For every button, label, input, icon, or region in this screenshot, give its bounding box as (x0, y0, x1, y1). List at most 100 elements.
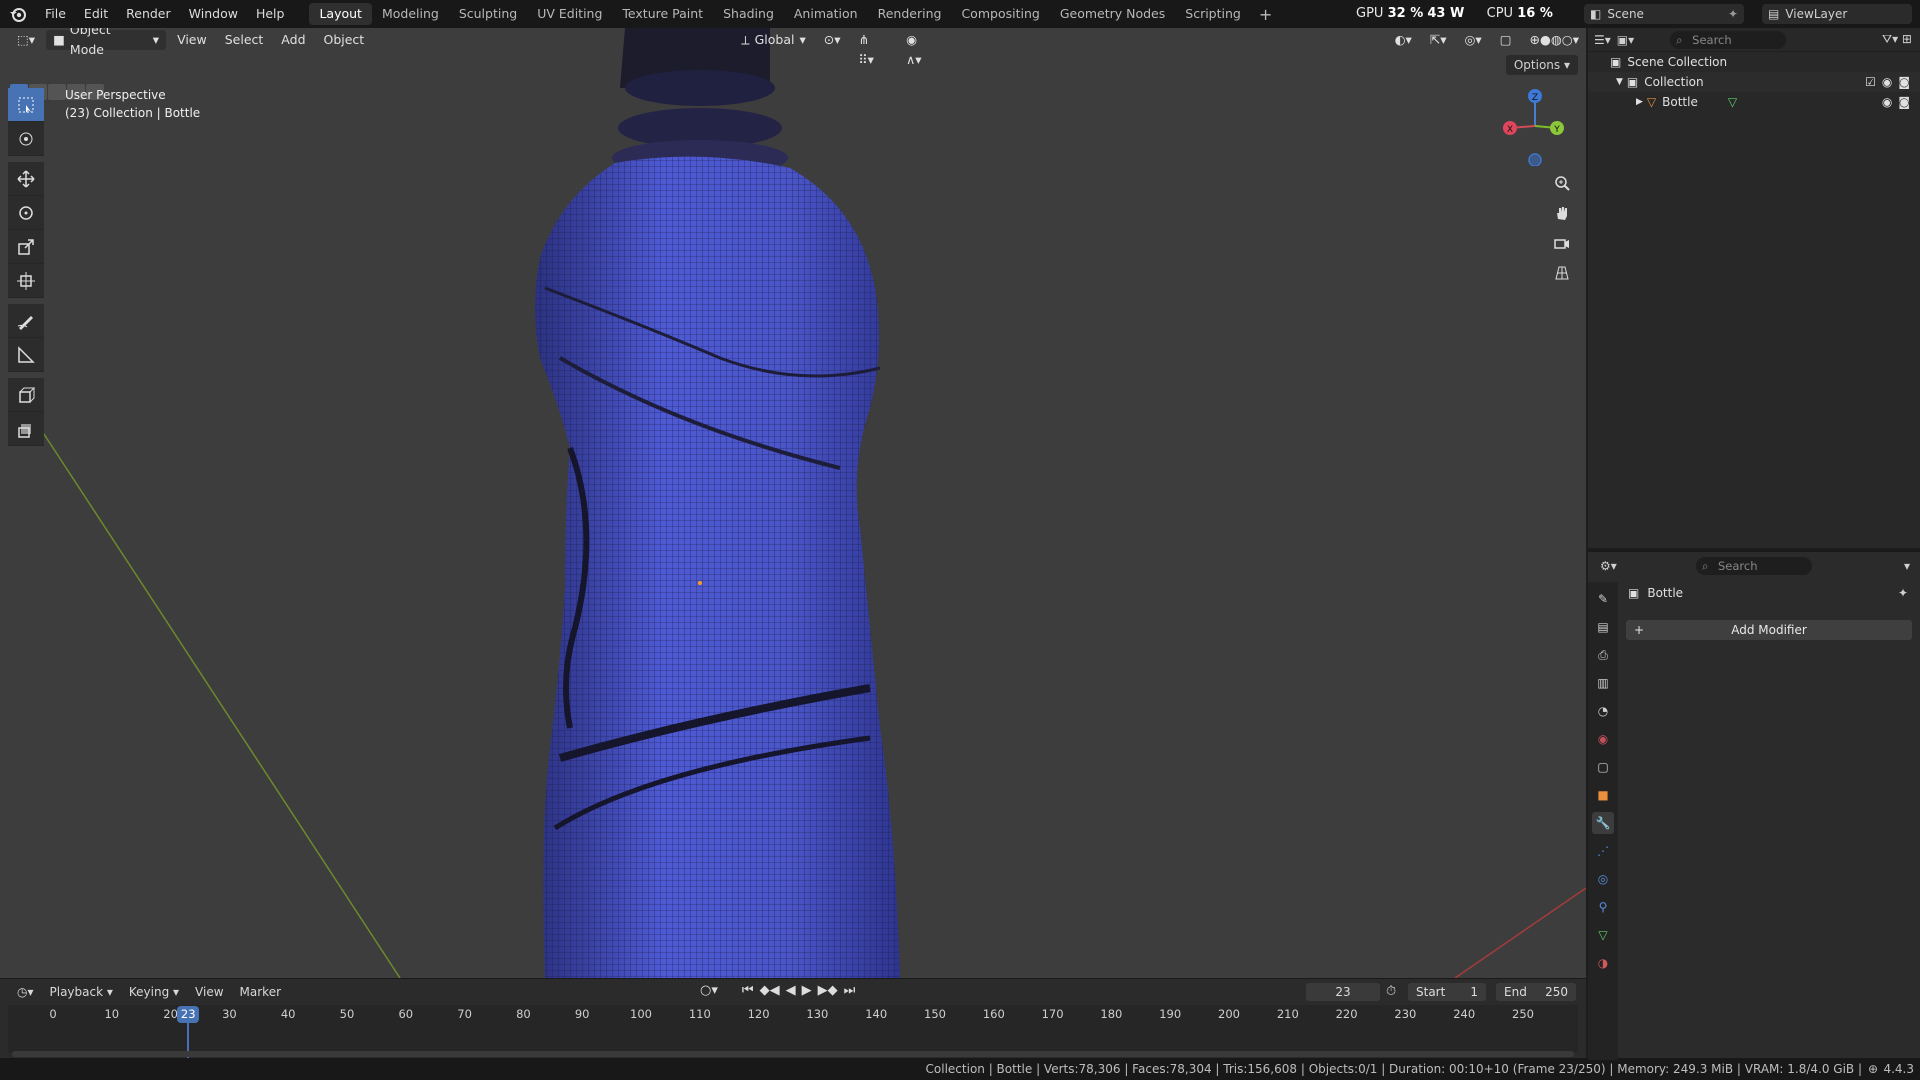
material-tab-icon[interactable]: ◑ (1592, 952, 1614, 974)
play-icon[interactable]: ▶ (802, 983, 812, 998)
outliner-row-bottle[interactable]: ▶ ▽ Bottle ▽ ◉ ◙ (1588, 92, 1920, 112)
expand-chevron-right-icon[interactable]: ▶ (1636, 97, 1643, 107)
eye-icon[interactable]: ◉ (1882, 95, 1892, 109)
object-tab-icon[interactable]: ■ (1592, 784, 1614, 806)
blender-logo-icon[interactable] (0, 0, 36, 28)
end-frame-field[interactable]: End 250 (1496, 983, 1576, 1001)
camera-icon[interactable] (1549, 230, 1575, 256)
menu-help[interactable]: Help (247, 0, 294, 28)
menu-marker[interactable]: Marker (233, 982, 288, 1002)
tab-scripting[interactable]: Scripting (1175, 3, 1251, 25)
view-layer-tab-icon[interactable]: ▥ (1592, 672, 1614, 694)
render-tab-icon[interactable]: ▤ (1592, 616, 1614, 638)
select-subtract-icon[interactable] (48, 84, 66, 100)
cursor-tool-icon[interactable] (8, 122, 44, 156)
select-box-tool-icon[interactable] (8, 88, 44, 122)
world-tab-icon[interactable]: ◉ (1592, 728, 1614, 750)
output-tab-icon[interactable]: ⎙ (1592, 644, 1614, 666)
xray-icon[interactable]: ▢ (1493, 30, 1519, 50)
eye-icon[interactable]: ◉ (1882, 75, 1892, 89)
constraints-tab-icon[interactable]: ⚲ (1592, 896, 1614, 918)
measure-tool-icon[interactable] (8, 338, 44, 372)
move-tool-icon[interactable] (8, 162, 44, 196)
data-tab-icon[interactable]: ▽ (1592, 924, 1614, 946)
collection-tab-icon[interactable]: ▢ (1592, 756, 1614, 778)
menu-window[interactable]: Window (180, 0, 247, 28)
tab-animation[interactable]: Animation (784, 3, 868, 25)
proportional-edit-icon[interactable]: ◉ ∧▾ (899, 30, 943, 67)
3d-viewport[interactable]: ⬚▾ ■ Object Mode ▾ View Select Add Objec… (0, 28, 1586, 978)
menu-edit[interactable]: Edit (75, 0, 117, 28)
next-keyframe-icon[interactable]: ▶◆ (818, 983, 838, 998)
filter-icon[interactable]: ⛛▾ ⊞ (1882, 32, 1920, 47)
visibility-icon[interactable]: ◐▾ (1388, 30, 1419, 50)
start-frame-field[interactable]: Start 1 (1408, 983, 1486, 1001)
jump-end-icon[interactable]: ⏭ (844, 983, 856, 998)
mesh-data-icon[interactable]: ▽ (1728, 95, 1737, 109)
outliner-editor-type-icon[interactable]: ☰▾ (1594, 33, 1611, 47)
annotate-tool-icon[interactable] (8, 304, 44, 338)
mode-dropdown[interactable]: ■ Object Mode ▾ (46, 28, 167, 57)
scene-selector[interactable]: ◧ Scene ✦ (1584, 4, 1744, 24)
menu-keying[interactable]: Keying ▾ (122, 982, 186, 1002)
scene-tab-icon[interactable]: ◔ (1592, 700, 1614, 722)
tab-modeling[interactable]: Modeling (372, 3, 449, 25)
menu-render[interactable]: Render (117, 0, 180, 28)
overlay-icon[interactable]: ◎▾ (1458, 30, 1489, 50)
timeline-scrollbar[interactable] (12, 1051, 1574, 1057)
view-layer-selector[interactable]: ▤ ViewLayer (1762, 4, 1912, 24)
camera-render-icon[interactable]: ◙ (1898, 95, 1910, 109)
auto-key-icon[interactable]: ○▾ (700, 983, 718, 998)
stopwatch-icon[interactable]: ⏱ (1386, 984, 1396, 999)
rotate-tool-icon[interactable] (8, 196, 44, 230)
tab-compositing[interactable]: Compositing (951, 3, 1049, 25)
tab-layout[interactable]: Layout (309, 3, 372, 25)
shading-modes-icon[interactable]: ⊕●◍○▾ (1523, 30, 1586, 50)
add-workspace-icon[interactable]: + (1251, 5, 1280, 24)
tab-sculpting[interactable]: Sculpting (449, 3, 527, 25)
snap-icon[interactable]: ⋔ ⠿▾ (852, 30, 896, 67)
menu-select[interactable]: Select (218, 30, 271, 50)
pin-icon[interactable]: ✦ (1728, 7, 1744, 21)
playhead-frame-badge[interactable]: 23 (177, 1006, 200, 1023)
grid-projection-icon[interactable] (1549, 260, 1575, 286)
outliner-search-input[interactable]: ⌕ Search (1670, 30, 1787, 49)
modifier-tab-icon[interactable]: 🔧 (1592, 812, 1614, 834)
tab-texture-paint[interactable]: Texture Paint (612, 3, 713, 25)
outliner-row-scene-collection[interactable]: ▣ Scene Collection (1588, 52, 1920, 72)
outliner-row-collection[interactable]: ▼ ▣ Collection ☑ ◉ ◙ (1588, 72, 1920, 92)
display-mode-icon[interactable]: ▣▾ (1617, 33, 1634, 47)
checkbox-icon[interactable]: ☑ (1865, 75, 1876, 89)
tab-geometry-nodes[interactable]: Geometry Nodes (1050, 3, 1175, 25)
menu-timeline-view[interactable]: View (188, 982, 230, 1002)
transform-tool-icon[interactable] (8, 264, 44, 298)
pivot-icon[interactable]: ⊙▾ (817, 30, 848, 50)
orientation-dropdown[interactable]: ⟂ Global ▾ (734, 30, 813, 50)
menu-file[interactable]: File (36, 0, 75, 28)
expand-chevron-down-icon[interactable]: ▼ (1616, 77, 1623, 87)
tab-rendering[interactable]: Rendering (868, 3, 952, 25)
options-button[interactable]: Options ▾ (1505, 55, 1578, 75)
play-reverse-icon[interactable]: ◀ (786, 983, 796, 998)
frame-ruler[interactable]: 0 10 20 30 40 50 60 70 80 90 100 110 120 130 140 150 160… (8, 1005, 1578, 1061)
prev-keyframe-icon[interactable]: ◆◀ (760, 983, 780, 998)
pin-icon[interactable]: ✦ (1898, 586, 1908, 600)
editor-type-icon[interactable]: ⬚▾ (10, 30, 42, 50)
menu-view[interactable]: View (170, 30, 214, 50)
timeline-editor-type-icon[interactable]: ◷▾ (10, 982, 41, 1002)
properties-search-input[interactable]: ⌕ Search (1696, 557, 1812, 575)
menu-playback[interactable]: Playback ▾ (43, 982, 120, 1002)
pan-hand-icon[interactable] (1549, 200, 1575, 226)
menu-add[interactable]: Add (274, 30, 312, 50)
navigation-gizmo[interactable]: Z X Y (1495, 86, 1575, 166)
menu-object[interactable]: Object (317, 30, 372, 50)
tool-tab-icon[interactable]: ✎ (1592, 588, 1614, 610)
add-modifier-button[interactable]: + Add Modifier (1626, 620, 1912, 640)
tab-shading[interactable]: Shading (713, 3, 784, 25)
gizmo-icon[interactable]: ⇱▾ (1423, 30, 1454, 50)
scale-tool-icon[interactable] (8, 230, 44, 264)
tab-uv-editing[interactable]: UV Editing (527, 3, 612, 25)
current-frame-field[interactable]: 23 (1306, 983, 1380, 1001)
chevron-down-icon[interactable]: ▾ (1904, 559, 1910, 573)
extrude-tool-icon[interactable] (8, 412, 44, 446)
